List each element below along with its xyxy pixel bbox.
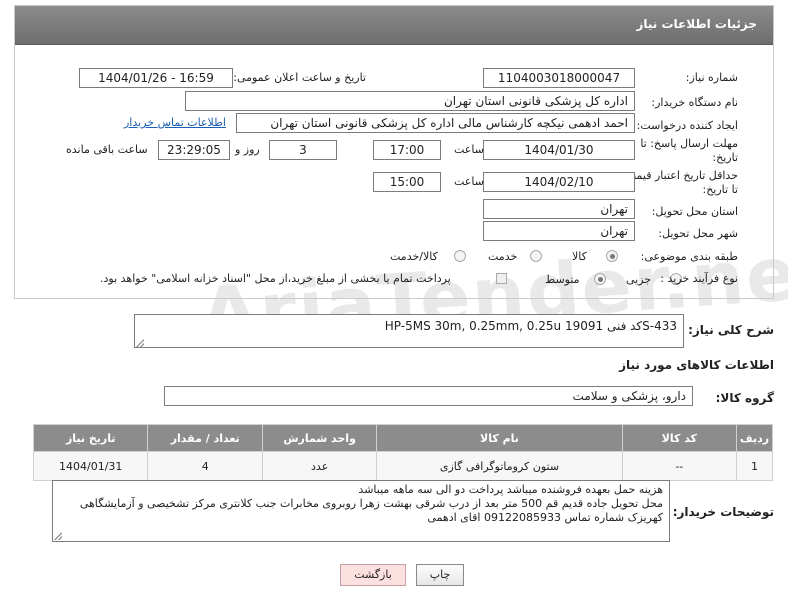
days-label: روز و: [235, 143, 260, 156]
col-item-name: نام کالا: [376, 424, 623, 452]
cell-unit: عدد: [261, 451, 378, 481]
cell-quantity: 4: [147, 451, 263, 481]
price-validity-label: حداقل تاریخ اعتبار قیمت:: [622, 169, 738, 182]
buyer-notes-field: هزینه حمل بعهده فروشنده میباشد پرداخت دو…: [52, 480, 670, 542]
price-time-label: ساعت: [454, 175, 484, 188]
remaining-time-label: ساعت باقی مانده: [66, 143, 148, 156]
process-medium-label: متوسط: [545, 273, 580, 286]
goods-group-field: دارو، پزشکی و سلامت: [164, 386, 693, 406]
announce-datetime-field: 1404/01/26 - 16:59: [79, 68, 233, 88]
buyer-org-field: اداره کل پزشکی قانونی استان تهران: [185, 91, 635, 111]
col-unit: واحد شمارش: [261, 424, 378, 452]
col-row-number: ردیف: [736, 424, 773, 452]
treasury-payment-note: پرداخت تمام یا بخشی از مبلغ خرید،از محل …: [100, 272, 451, 285]
col-item-code: کد کالا: [621, 424, 738, 452]
resize-handle-icon[interactable]: [136, 339, 144, 347]
requester-label: ایجاد کننده درخواست:: [636, 119, 738, 132]
goods-group-label: گروه کالا:: [715, 391, 774, 405]
general-description-text: HP-5MS 30m, 0.25mm, 0.25u کد فنی 19091S-…: [384, 319, 677, 333]
category-label: طبقه بندی موضوعی:: [640, 250, 738, 263]
remaining-time: 23:29:05: [158, 140, 230, 160]
page-title: جزئیات اطلاعات نیاز: [636, 17, 757, 31]
buyer-notes-label: توضیحات خریدار:: [672, 505, 774, 519]
remaining-days: 3: [269, 140, 337, 160]
need-number-field: 1104003018000047: [483, 68, 635, 88]
table-row: 1 -- ستون کروماتوگرافی گازی عدد 4 1404/0…: [32, 451, 773, 481]
process-minor-label: جزیی: [626, 273, 652, 286]
cell-need-date: 1404/01/31: [32, 451, 149, 481]
back-button[interactable]: بازگشت: [340, 564, 406, 586]
general-description-field: HP-5MS 30m, 0.25mm, 0.25u کد فنی 19091S-…: [134, 314, 684, 348]
reply-deadline-time: 17:00: [373, 140, 441, 160]
price-validity-time: 15:00: [373, 172, 441, 192]
reply-deadline-label-2: تاریخ:: [712, 151, 738, 164]
general-description-label: شرح کلی نیاز:: [688, 323, 774, 337]
category-goods-label: کالا: [572, 250, 587, 263]
purchase-process-label: نوع فرآیند خرید :: [660, 272, 738, 285]
goods-section-title: اطلاعات کالاهای مورد نیاز: [619, 358, 774, 372]
cell-item-name: ستون کروماتوگرافی گازی: [376, 451, 623, 481]
delivery-city-label: شهر محل تحویل:: [658, 227, 738, 240]
price-validity-date: 1404/02/10: [483, 172, 635, 192]
items-table-header: ردیف کد کالا نام کالا واحد شمارش تعداد /…: [32, 424, 773, 452]
reply-deadline-date: 1404/01/30: [483, 140, 635, 160]
category-service-label: خدمت: [488, 250, 518, 263]
announce-datetime-label: تاریخ و ساعت اعلان عمومی:: [233, 71, 366, 84]
price-validity-label-2: تا تاریخ:: [702, 183, 738, 196]
need-number-label: شماره نیاز:: [685, 71, 738, 84]
items-table: ردیف کد کالا نام کالا واحد شمارش تعداد /…: [32, 424, 773, 481]
reply-deadline-label: مهلت ارسال پاسخ: تا: [640, 137, 738, 150]
panel-header: جزئیات اطلاعات نیاز: [15, 6, 773, 45]
requester-field: احمد ادهمی نیکچه کارشناس مالی اداره کل پ…: [236, 113, 635, 133]
delivery-city-field: تهران: [483, 221, 635, 241]
delivery-province-field: تهران: [483, 199, 635, 219]
delivery-province-label: استان محل تحویل:: [651, 205, 738, 218]
print-button[interactable]: چاپ: [416, 564, 464, 586]
notes-resize-handle-icon[interactable]: [54, 532, 62, 540]
treasury-payment-checkbox[interactable]: [496, 273, 507, 284]
reply-time-label: ساعت: [454, 143, 484, 156]
category-both-label: کالا/خدمت: [390, 250, 438, 263]
cell-row-number: 1: [736, 451, 773, 481]
col-need-date: تاریخ نیاز: [32, 424, 149, 452]
buyer-contact-link[interactable]: اطلاعات تماس خریدار: [124, 116, 226, 129]
cell-item-code: --: [621, 451, 738, 481]
col-quantity: تعداد / مقدار: [147, 424, 263, 452]
buyer-org-label: نام دستگاه خریدار:: [651, 96, 738, 109]
